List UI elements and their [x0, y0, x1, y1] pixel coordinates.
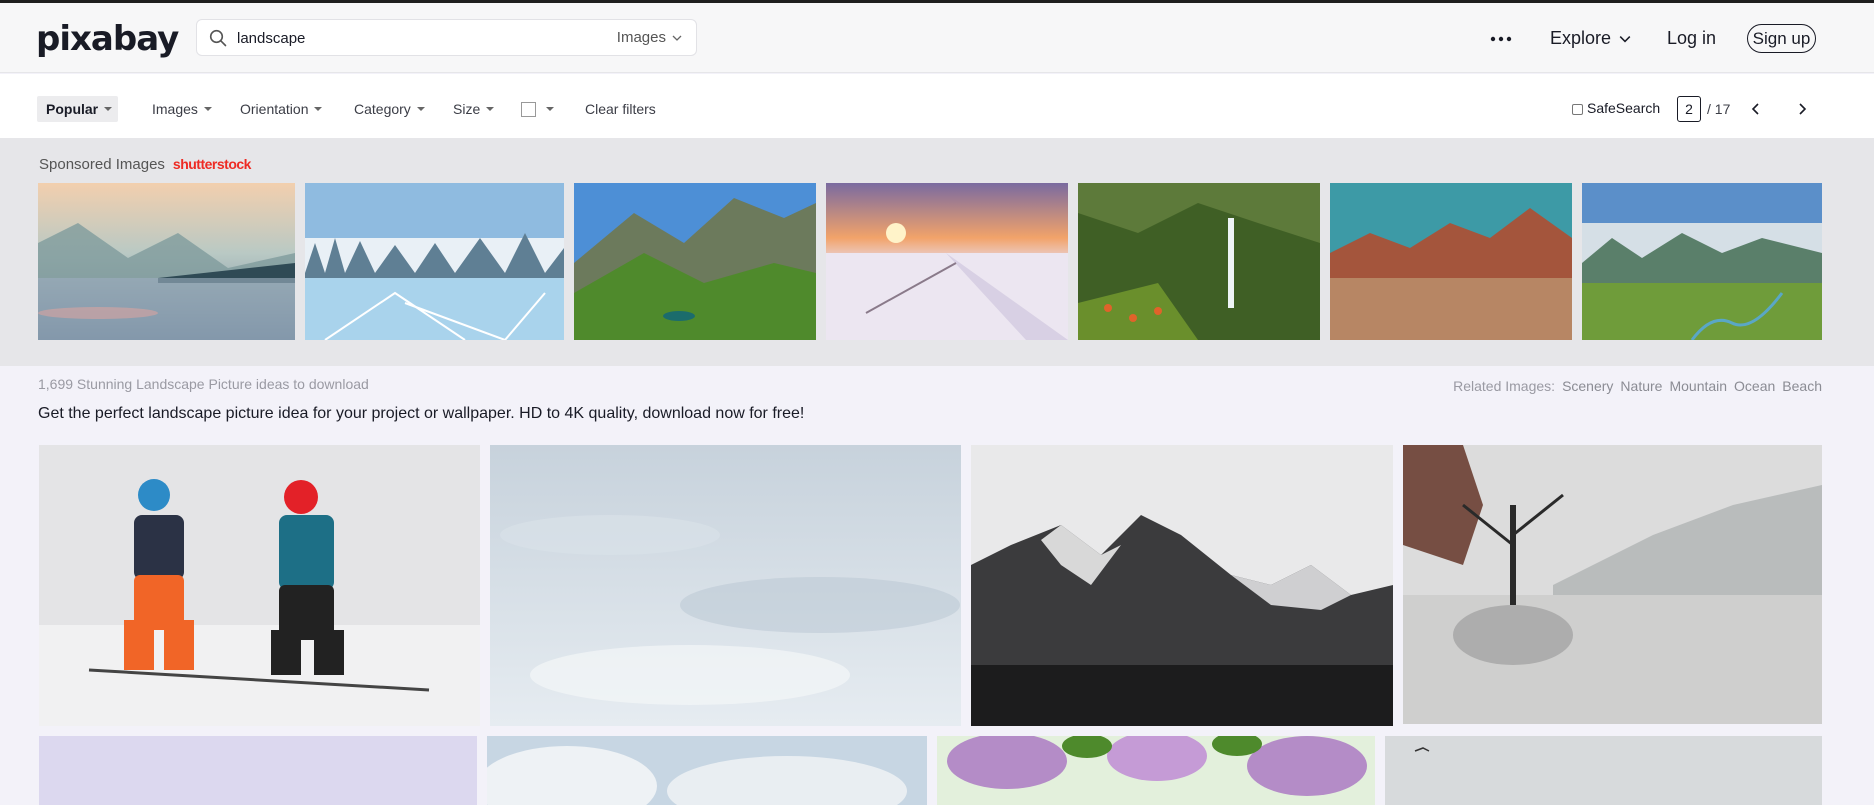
sponsored-image[interactable]	[38, 183, 295, 340]
caret-down-icon	[546, 107, 554, 111]
sort-dropdown[interactable]: Popular	[37, 96, 118, 122]
sponsored-image[interactable]	[305, 183, 564, 340]
result-image-skiing-kids[interactable]	[39, 445, 480, 726]
login-link[interactable]: Log in	[1667, 28, 1716, 49]
more-dots-icon[interactable]	[1490, 36, 1512, 42]
search-type-dropdown[interactable]: Images	[617, 29, 682, 46]
caret-down-icon	[486, 107, 495, 111]
sponsored-image[interactable]	[574, 183, 816, 340]
page-description: Get the perfect landscape picture idea f…	[38, 405, 805, 422]
chevron-right-icon[interactable]	[1797, 103, 1807, 115]
sponsored-image[interactable]	[1582, 183, 1822, 340]
media-type-dropdown[interactable]: Images	[152, 98, 212, 120]
related-images: Related Images: Scenery Nature Mountain …	[1453, 378, 1822, 394]
caret-down-icon	[416, 107, 425, 111]
sponsored-image[interactable]	[1078, 183, 1320, 340]
search-icon	[209, 29, 227, 47]
caret-down-icon	[104, 107, 113, 111]
orientation-label: Orientation	[240, 101, 309, 117]
sort-label: Popular	[46, 101, 99, 117]
caret-down-icon	[314, 107, 323, 111]
explore-menu[interactable]: Explore	[1550, 28, 1631, 49]
sponsored-section: Sponsored Images shutterstock	[0, 138, 1874, 366]
related-tag[interactable]: Nature	[1620, 378, 1662, 394]
results-count: 1,699 Stunning Landscape Picture ideas t…	[38, 376, 369, 392]
related-tag[interactable]: Mountain	[1669, 378, 1727, 394]
category-label: Category	[354, 101, 411, 117]
chevron-left-icon[interactable]	[1751, 103, 1761, 115]
related-tag[interactable]: Scenery	[1562, 378, 1613, 394]
result-image-frosty-trees[interactable]	[487, 736, 927, 805]
clear-filters-label: Clear filters	[585, 101, 656, 117]
safesearch-toggle[interactable]: SafeSearch	[1572, 100, 1660, 116]
result-image-snowy-mountain[interactable]	[971, 445, 1393, 726]
size-dropdown[interactable]: Size	[453, 98, 495, 120]
result-image-grey-sky[interactable]	[1385, 736, 1822, 805]
safesearch-label: SafeSearch	[1587, 100, 1661, 116]
top-header: pixabay Images Explore Log in Sign up	[0, 3, 1874, 73]
filter-bar: Popular Images Orientation Category Size…	[0, 74, 1874, 138]
chevron-down-icon	[1619, 35, 1631, 43]
sponsored-image[interactable]	[1330, 183, 1572, 340]
search-input[interactable]	[237, 26, 587, 50]
pixabay-logo[interactable]: pixabay	[36, 19, 179, 59]
caret-down-icon	[203, 107, 212, 111]
sponsored-label: Sponsored Images shutterstock	[39, 156, 251, 173]
result-image-snow-texture[interactable]	[490, 445, 961, 726]
color-dropdown[interactable]	[521, 98, 554, 120]
media-type-label: Images	[152, 101, 198, 117]
page-number-input[interactable]: 2	[1677, 96, 1701, 122]
related-tag[interactable]: Beach	[1782, 378, 1822, 394]
sponsored-title: Sponsored Images	[39, 156, 165, 173]
chevron-down-icon	[672, 35, 682, 41]
safesearch-checkbox[interactable]	[1572, 103, 1583, 115]
sponsored-image[interactable]	[826, 183, 1068, 340]
result-image-lilac-flowers[interactable]	[937, 736, 1375, 805]
clear-filters-link[interactable]: Clear filters	[585, 98, 656, 120]
size-label: Size	[453, 101, 481, 117]
shutterstock-logo[interactable]: shutterstock	[173, 156, 252, 173]
related-label: Related Images:	[1453, 378, 1556, 394]
search-type-label: Images	[616, 29, 666, 46]
orientation-dropdown[interactable]: Orientation	[240, 98, 323, 120]
category-dropdown[interactable]: Category	[354, 98, 425, 120]
color-swatch	[521, 101, 536, 117]
result-image-misty-lake-tree[interactable]	[1403, 445, 1822, 724]
signup-button[interactable]: Sign up	[1747, 24, 1816, 53]
related-tag[interactable]: Ocean	[1734, 378, 1775, 394]
result-image-lavender-sky[interactable]	[39, 736, 477, 805]
page-total: / 17	[1707, 101, 1731, 117]
pagination: 2 / 17	[1677, 96, 1730, 122]
explore-label: Explore	[1550, 28, 1612, 48]
search-bar[interactable]: Images	[196, 19, 697, 56]
